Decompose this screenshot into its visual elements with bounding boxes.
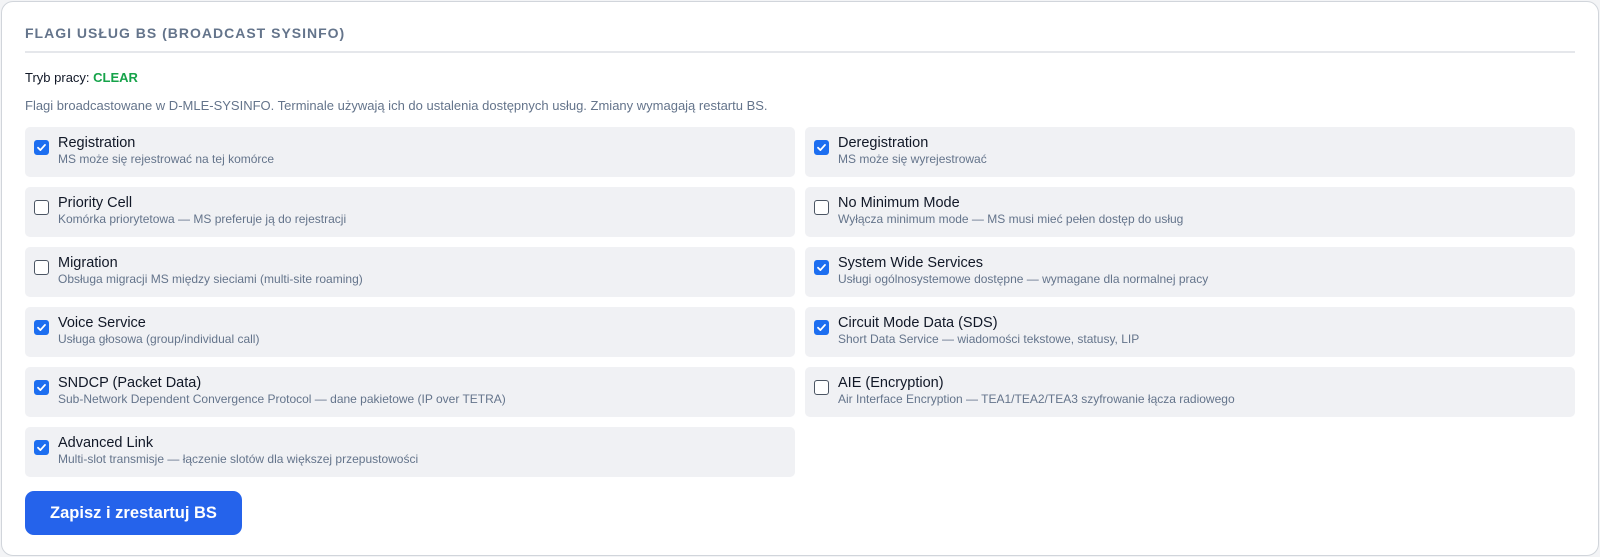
checkmark-icon <box>816 262 827 273</box>
flag-item[interactable]: SNDCP (Packet Data) Sub-Network Dependent… <box>25 367 795 417</box>
flag-name: Advanced Link <box>58 435 154 451</box>
flag-description: Obsługa migracji MS między sieciami (mul… <box>58 272 363 286</box>
flag-item[interactable]: Deregistration MS może się wyrejestrować <box>805 127 1575 177</box>
checkbox-unchecked[interactable] <box>34 200 49 215</box>
checkbox-checked[interactable] <box>34 440 49 455</box>
flag-item[interactable]: Registration MS może się rejestrować na t… <box>25 127 795 177</box>
flag-name: No Minimum Mode <box>838 195 960 211</box>
checkbox-checked[interactable] <box>34 320 49 335</box>
flag-description: Komórka priorytetowa — MS preferuje ją d… <box>58 212 347 226</box>
checkmark-icon <box>36 142 47 153</box>
flag-item[interactable]: AIE (Encryption) Air Interface Encryption… <box>805 367 1575 417</box>
flag-name: Priority Cell <box>58 195 133 211</box>
flag-name: Registration <box>58 135 136 151</box>
flag-description: Multi-slot transmisje — łączenie slotów … <box>58 452 419 466</box>
flag-description: Wyłącza minimum mode — MS musi mieć pełe… <box>838 212 1184 226</box>
flag-item[interactable]: No Minimum Mode Wyłącza minimum mode — MS… <box>805 187 1575 237</box>
flag-texts: AIE (Encryption) Air Interface Encryption… <box>838 374 1235 406</box>
flag-texts: Registration MS może się rejestrować na t… <box>58 134 274 166</box>
flag-name: Deregistration <box>838 135 929 151</box>
flag-name: System Wide Services <box>838 255 984 271</box>
checkbox-checked[interactable] <box>34 380 49 395</box>
mode-line: Tryb pracy: CLEAR <box>25 69 1575 87</box>
mode-label: Tryb pracy: <box>25 70 90 85</box>
flags-grid: Registration MS może się rejestrować na t… <box>25 127 1575 477</box>
checkmark-icon <box>36 382 47 393</box>
flag-texts: System Wide Services Usługi ogólnosystemo… <box>838 254 1208 286</box>
flag-description: Air Interface Encryption — TEA1/TEA2/TEA… <box>838 392 1235 406</box>
checkmark-icon <box>816 142 827 153</box>
flag-description: MS może się rejestrować na tej komórce <box>58 152 275 166</box>
flag-name: Circuit Mode Data (SDS) <box>838 315 998 331</box>
flag-description: Sub-Network Dependent Convergence Protoc… <box>58 392 506 406</box>
checkbox-checked[interactable] <box>814 140 829 155</box>
flag-name: SNDCP (Packet Data) <box>58 375 202 391</box>
flag-description: Usługa głosowa (group/individual call) <box>58 332 260 346</box>
flag-description: MS może się wyrejestrować <box>838 152 987 166</box>
checkbox-checked[interactable] <box>814 260 829 275</box>
flag-texts: Deregistration MS może się wyrejestrować <box>838 134 987 166</box>
flag-item[interactable]: Priority Cell Komórka priorytetowa — MS p… <box>25 187 795 237</box>
flag-description: Usługi ogólnosystemowe dostępne — wymaga… <box>838 272 1209 286</box>
flag-texts: Priority Cell Komórka priorytetowa — MS p… <box>58 194 346 226</box>
flag-name: AIE (Encryption) <box>838 375 944 391</box>
flag-texts: Migration Obsługa migracji MS między siec… <box>58 254 363 286</box>
flag-texts: Advanced Link Multi-slot transmisje — łąc… <box>58 434 418 466</box>
checkmark-icon <box>36 442 47 453</box>
flag-texts: SNDCP (Packet Data) Sub-Network Dependent… <box>58 374 506 406</box>
service-flags-panel: FLAGI USŁUG BS (BROADCAST SYSINFO) Tryb … <box>1 1 1599 556</box>
flag-item[interactable]: System Wide Services Usługi ogólnosystemo… <box>805 247 1575 297</box>
save-restart-button[interactable]: Zapisz i zrestartuj BS <box>25 491 242 535</box>
flag-item[interactable]: Circuit Mode Data (SDS) Short Data Servic… <box>805 307 1575 357</box>
flag-texts: Voice Service Usługa głosowa (group/indiv… <box>58 314 259 346</box>
checkbox-checked[interactable] <box>814 320 829 335</box>
description: Flagi broadcastowane w D-MLE-SYSINFO. Te… <box>25 98 768 113</box>
flag-name: Migration <box>58 255 118 271</box>
checkbox-unchecked[interactable] <box>814 380 829 395</box>
divider <box>25 51 1575 53</box>
flag-name: Voice Service <box>58 315 146 331</box>
checkmark-icon <box>816 322 827 333</box>
checkbox-checked[interactable] <box>34 140 49 155</box>
panel-title: FLAGI USŁUG BS (BROADCAST SYSINFO) <box>25 25 346 41</box>
flag-item[interactable]: Migration Obsługa migracji MS między siec… <box>25 247 795 297</box>
flag-description: Short Data Service — wiadomości tekstowe… <box>838 332 1140 346</box>
checkbox-unchecked[interactable] <box>34 260 49 275</box>
mode-value: CLEAR <box>93 70 138 85</box>
flag-texts: Circuit Mode Data (SDS) Short Data Servic… <box>838 314 1139 346</box>
checkmark-icon <box>36 322 47 333</box>
flag-texts: No Minimum Mode Wyłącza minimum mode — MS… <box>838 194 1183 226</box>
flag-item[interactable]: Advanced Link Multi-slot transmisje — łąc… <box>25 427 795 477</box>
checkbox-unchecked[interactable] <box>814 200 829 215</box>
flag-item[interactable]: Voice Service Usługa głosowa (group/indiv… <box>25 307 795 357</box>
